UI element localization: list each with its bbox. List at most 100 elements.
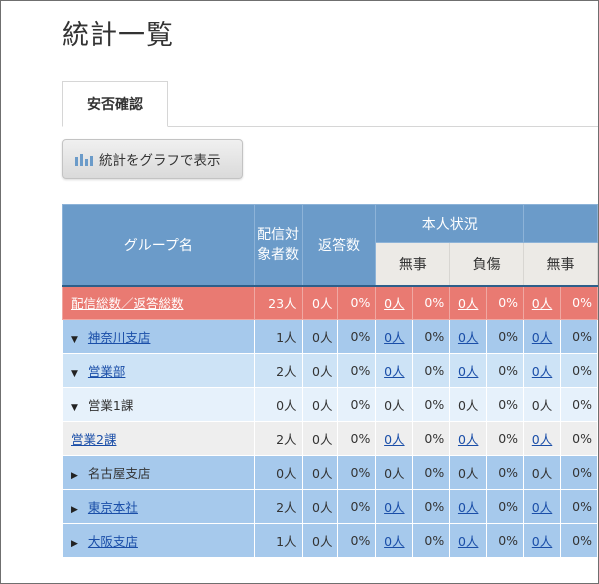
injured-count-link[interactable]: 0人 <box>458 534 478 549</box>
safe-percent-cell: 0% <box>412 353 451 388</box>
safe-percent-cell: 0% <box>412 387 451 422</box>
tab-safety-confirmation[interactable]: 安否確認 <box>62 81 168 127</box>
safe-count-cell: 0人 <box>375 421 414 456</box>
safe-count-link[interactable]: 0人 <box>384 330 404 345</box>
safe2-count-link[interactable]: 0人 <box>532 364 552 379</box>
injured-count-cell: 0人 <box>449 523 488 558</box>
safe-count-link[interactable]: 0人 <box>384 534 404 549</box>
group-row: ▼ 営業部 2人 0人 0% 0人 0% 0人 0% 0人 0% <box>62 353 598 388</box>
header-group-name: グループ名 <box>62 204 255 287</box>
group-name-link[interactable]: 営業2課 <box>71 432 116 447</box>
reply-count-cell: 0人 <box>301 285 339 320</box>
group-name-cell: ▼ 神奈川支店 <box>62 319 255 354</box>
injured-count-cell: 0人 <box>449 319 488 354</box>
safe2-percent-cell: 0% <box>559 353 598 388</box>
delivery-count-cell: 2人 <box>253 489 303 524</box>
show-graph-button[interactable]: 統計をグラフで表示 <box>62 139 243 179</box>
safe2-count-link[interactable]: 0人 <box>532 432 552 447</box>
reply-count-cell: 0人 <box>301 319 339 354</box>
injured-count-link[interactable]: 0人 <box>458 330 478 345</box>
expand-toggle-icon[interactable]: ▶ <box>71 505 78 515</box>
safe-percent-cell: 0% <box>412 523 451 558</box>
header-safe: 無事 <box>375 242 451 287</box>
safe-percent-cell: 0% <box>412 285 451 320</box>
injured-count-link[interactable]: 0人 <box>458 432 478 447</box>
safe-count-link[interactable]: 0人 <box>384 432 404 447</box>
group-name-link[interactable]: 大阪支店 <box>88 534 138 549</box>
safe2-percent-cell: 0% <box>559 421 598 456</box>
group-name-link[interactable]: 神奈川支店 <box>88 330 151 345</box>
group-name-cell: 配信総数／返答総数 <box>62 285 255 320</box>
reply-percent-cell: 0% <box>337 421 377 456</box>
safe2-percent-cell: 0% <box>559 489 598 524</box>
reply-count-cell: 0人 <box>301 353 339 388</box>
delivery-count-cell: 2人 <box>253 353 303 388</box>
collapse-toggle-icon[interactable]: ▼ <box>71 369 78 379</box>
safe-count-link[interactable]: 0人 <box>384 500 404 515</box>
group-row: ▶ 東京本社 2人 0人 0% 0人 0% 0人 0% 0人 0% <box>62 489 598 524</box>
group-name-text: 営業1課 <box>87 398 134 413</box>
expand-toggle-icon[interactable]: ▶ <box>71 539 78 549</box>
reply-count-cell: 0人 <box>301 421 339 456</box>
safe2-count-cell: 0人 <box>523 455 561 490</box>
safe2-count-cell: 0人 <box>523 353 561 388</box>
safe-percent-cell: 0% <box>412 455 451 490</box>
safe-count-link[interactable]: 0人 <box>384 296 404 311</box>
collapse-toggle-icon[interactable]: ▼ <box>71 335 78 345</box>
safe2-count-link[interactable]: 0人 <box>532 296 552 311</box>
injured-count-cell: 0人 <box>449 421 488 456</box>
safe2-count-link[interactable]: 0人 <box>532 330 552 345</box>
injured-percent-cell: 0% <box>486 421 525 456</box>
reply-percent-cell: 0% <box>337 285 377 320</box>
reply-count-cell: 0人 <box>301 489 339 524</box>
reply-percent-cell: 0% <box>337 455 377 490</box>
injured-count-link[interactable]: 0人 <box>458 364 478 379</box>
statistics-table-body: 配信総数／返答総数 23人 0人 0% 0人 0% 0人 0% 0人 0% ▼ 神奈川支店 1人 0人 0%… <box>62 285 598 558</box>
injured-percent-cell: 0% <box>486 489 525 524</box>
expand-toggle-icon[interactable]: ▶ <box>71 471 78 481</box>
injured-percent-cell: 0% <box>486 523 525 558</box>
bar-chart-icon <box>75 154 93 166</box>
injured-count-cell: 0人 <box>449 489 488 524</box>
injured-count-link[interactable]: 0人 <box>458 500 478 515</box>
safe-count-cell: 0人 <box>375 455 414 490</box>
group-row: 営業2課 2人 0人 0% 0人 0% 0人 0% 0人 0% <box>62 421 598 456</box>
delivery-count-cell: 23人 <box>253 285 303 320</box>
reply-percent-cell: 0% <box>337 489 377 524</box>
injured-percent-cell: 0% <box>486 285 525 320</box>
safe2-percent-cell: 0% <box>559 319 598 354</box>
safe2-count-cell: 0人 <box>523 285 561 320</box>
safe-count-link[interactable]: 0人 <box>384 364 404 379</box>
safe-count-cell: 0人 <box>375 319 414 354</box>
header-self-status: 本人状況 <box>375 204 525 243</box>
safe2-count-cell: 0人 <box>523 523 561 558</box>
safe-percent-cell: 0% <box>412 319 451 354</box>
group-name-link[interactable]: 東京本社 <box>88 500 138 515</box>
group-name-cell: ▶ 大阪支店 <box>62 523 255 558</box>
injured-percent-cell: 0% <box>486 455 525 490</box>
header-next-status <box>523 204 598 243</box>
group-name-link[interactable]: 配信総数／返答総数 <box>71 296 184 311</box>
statistics-table: グループ名 配信対象者数 返答数 本人状況 無事 負傷 無事 配信総数／返答総数… <box>62 204 598 558</box>
safe2-percent-cell: 0% <box>559 523 598 558</box>
injured-percent-cell: 0% <box>486 353 525 388</box>
group-name-link[interactable]: 営業部 <box>88 364 126 379</box>
safe2-count-link[interactable]: 0人 <box>532 534 552 549</box>
group-name-cell: ▶ 名古屋支店 <box>62 455 255 490</box>
safe2-count-link[interactable]: 0人 <box>532 500 552 515</box>
delivery-count-cell: 1人 <box>253 523 303 558</box>
injured-count-cell: 0人 <box>449 285 488 320</box>
safe-count-cell: 0人 <box>375 387 414 422</box>
delivery-count-cell: 0人 <box>253 455 303 490</box>
window-frame: 統計一覧 安否確認 統計をグラフで表示 グループ名 配信対象者数 返答数 本人状… <box>0 0 599 584</box>
reply-percent-cell: 0% <box>337 353 377 388</box>
collapse-toggle-icon[interactable]: ▼ <box>71 403 78 413</box>
safe2-percent-cell: 0% <box>559 285 598 320</box>
group-name-cell: 営業2課 <box>62 421 255 456</box>
header-safe-2: 無事 <box>523 242 598 287</box>
header-reply-count: 返答数 <box>301 204 377 287</box>
injured-count-cell: 0人 <box>449 455 488 490</box>
reply-count-cell: 0人 <box>301 387 339 422</box>
injured-count-link[interactable]: 0人 <box>458 296 478 311</box>
delivery-count-cell: 0人 <box>253 387 303 422</box>
